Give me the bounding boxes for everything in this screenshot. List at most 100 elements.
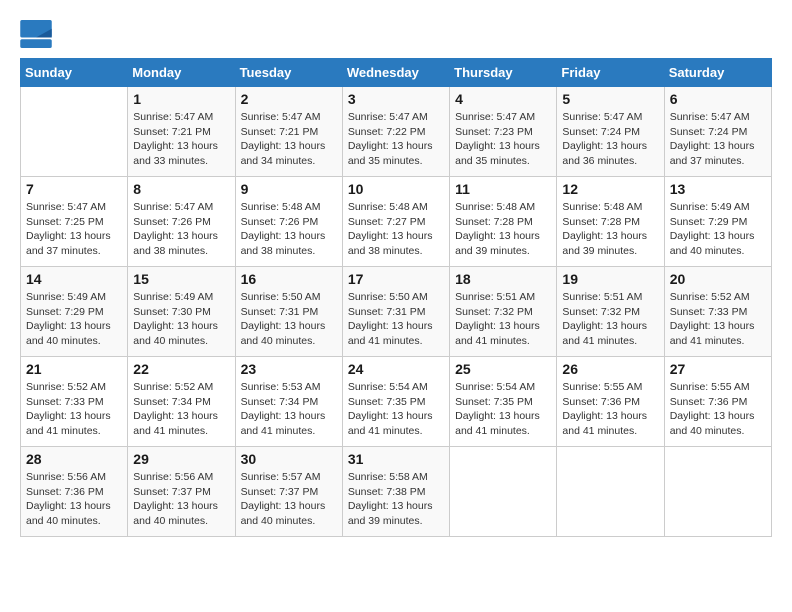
- day-number: 28: [26, 451, 122, 467]
- day-info: Sunrise: 5:55 AM Sunset: 7:36 PM Dayligh…: [670, 380, 766, 439]
- day-number: 31: [348, 451, 444, 467]
- day-info: Sunrise: 5:50 AM Sunset: 7:31 PM Dayligh…: [348, 290, 444, 349]
- calendar-cell: [450, 447, 557, 537]
- column-header-thursday: Thursday: [450, 59, 557, 87]
- calendar-cell: 31 Sunrise: 5:58 AM Sunset: 7:38 PM Dayli…: [342, 447, 449, 537]
- calendar-cell: 18 Sunrise: 5:51 AM Sunset: 7:32 PM Dayli…: [450, 267, 557, 357]
- day-info: Sunrise: 5:47 AM Sunset: 7:22 PM Dayligh…: [348, 110, 444, 169]
- day-number: 24: [348, 361, 444, 377]
- calendar-cell: 24 Sunrise: 5:54 AM Sunset: 7:35 PM Dayli…: [342, 357, 449, 447]
- day-number: 27: [670, 361, 766, 377]
- day-info: Sunrise: 5:50 AM Sunset: 7:31 PM Dayligh…: [241, 290, 337, 349]
- column-header-wednesday: Wednesday: [342, 59, 449, 87]
- day-number: 9: [241, 181, 337, 197]
- calendar-week-row: 7 Sunrise: 5:47 AM Sunset: 7:25 PM Daylig…: [21, 177, 772, 267]
- day-number: 23: [241, 361, 337, 377]
- calendar-cell: 21 Sunrise: 5:52 AM Sunset: 7:33 PM Dayli…: [21, 357, 128, 447]
- day-info: Sunrise: 5:48 AM Sunset: 7:26 PM Dayligh…: [241, 200, 337, 259]
- column-header-sunday: Sunday: [21, 59, 128, 87]
- calendar-cell: 5 Sunrise: 5:47 AM Sunset: 7:24 PM Daylig…: [557, 87, 664, 177]
- calendar-cell: 6Sunrise: 5:47 AM Sunset: 7:24 PM Daylig…: [664, 87, 771, 177]
- column-header-friday: Friday: [557, 59, 664, 87]
- day-number: 7: [26, 181, 122, 197]
- day-info: Sunrise: 5:47 AM Sunset: 7:21 PM Dayligh…: [241, 110, 337, 169]
- day-number: 18: [455, 271, 551, 287]
- calendar-week-row: 1 Sunrise: 5:47 AM Sunset: 7:21 PM Daylig…: [21, 87, 772, 177]
- calendar-cell: 25 Sunrise: 5:54 AM Sunset: 7:35 PM Dayli…: [450, 357, 557, 447]
- day-number: 21: [26, 361, 122, 377]
- calendar-cell: 27 Sunrise: 5:55 AM Sunset: 7:36 PM Dayli…: [664, 357, 771, 447]
- day-info: Sunrise: 5:47 AM Sunset: 7:23 PM Dayligh…: [455, 110, 551, 169]
- calendar-cell: 1 Sunrise: 5:47 AM Sunset: 7:21 PM Daylig…: [128, 87, 235, 177]
- day-info: Sunrise: 5:53 AM Sunset: 7:34 PM Dayligh…: [241, 380, 337, 439]
- day-number: 20: [670, 271, 766, 287]
- day-number: 11: [455, 181, 551, 197]
- day-info: Sunrise: 5:54 AM Sunset: 7:35 PM Dayligh…: [455, 380, 551, 439]
- day-number: 26: [562, 361, 658, 377]
- calendar-cell: [664, 447, 771, 537]
- day-number: 4: [455, 91, 551, 107]
- day-number: 25: [455, 361, 551, 377]
- day-info: Sunrise: 5:47 AM Sunset: 7:24 PM Dayligh…: [562, 110, 658, 169]
- calendar-week-row: 21 Sunrise: 5:52 AM Sunset: 7:33 PM Dayli…: [21, 357, 772, 447]
- day-info: Sunrise: 5:58 AM Sunset: 7:38 PM Dayligh…: [348, 470, 444, 529]
- calendar-cell: 26 Sunrise: 5:55 AM Sunset: 7:36 PM Dayli…: [557, 357, 664, 447]
- day-info: Sunrise: 5:48 AM Sunset: 7:27 PM Dayligh…: [348, 200, 444, 259]
- day-number: 1: [133, 91, 229, 107]
- calendar-header-row: SundayMondayTuesdayWednesdayThursdayFrid…: [21, 59, 772, 87]
- day-info: Sunrise: 5:47 AM Sunset: 7:24 PM Dayligh…: [670, 110, 766, 169]
- calendar-week-row: 28Sunrise: 5:56 AM Sunset: 7:36 PM Dayli…: [21, 447, 772, 537]
- calendar-cell: 11 Sunrise: 5:48 AM Sunset: 7:28 PM Dayli…: [450, 177, 557, 267]
- day-info: Sunrise: 5:49 AM Sunset: 7:29 PM Dayligh…: [26, 290, 122, 349]
- day-number: 3: [348, 91, 444, 107]
- day-info: Sunrise: 5:52 AM Sunset: 7:33 PM Dayligh…: [26, 380, 122, 439]
- calendar-cell: 10 Sunrise: 5:48 AM Sunset: 7:27 PM Dayli…: [342, 177, 449, 267]
- day-number: 8: [133, 181, 229, 197]
- calendar-cell: [557, 447, 664, 537]
- page-header: [20, 20, 772, 48]
- day-number: 12: [562, 181, 658, 197]
- calendar-cell: 3 Sunrise: 5:47 AM Sunset: 7:22 PM Daylig…: [342, 87, 449, 177]
- day-info: Sunrise: 5:52 AM Sunset: 7:34 PM Dayligh…: [133, 380, 229, 439]
- column-header-monday: Monday: [128, 59, 235, 87]
- day-info: Sunrise: 5:49 AM Sunset: 7:29 PM Dayligh…: [670, 200, 766, 259]
- day-info: Sunrise: 5:51 AM Sunset: 7:32 PM Dayligh…: [455, 290, 551, 349]
- calendar-cell: 7 Sunrise: 5:47 AM Sunset: 7:25 PM Daylig…: [21, 177, 128, 267]
- day-info: Sunrise: 5:47 AM Sunset: 7:21 PM Dayligh…: [133, 110, 229, 169]
- day-info: Sunrise: 5:47 AM Sunset: 7:25 PM Dayligh…: [26, 200, 122, 259]
- day-info: Sunrise: 5:55 AM Sunset: 7:36 PM Dayligh…: [562, 380, 658, 439]
- day-info: Sunrise: 5:51 AM Sunset: 7:32 PM Dayligh…: [562, 290, 658, 349]
- day-number: 2: [241, 91, 337, 107]
- calendar-cell: [21, 87, 128, 177]
- calendar-cell: 20 Sunrise: 5:52 AM Sunset: 7:33 PM Dayli…: [664, 267, 771, 357]
- day-info: Sunrise: 5:48 AM Sunset: 7:28 PM Dayligh…: [562, 200, 658, 259]
- calendar-cell: 8 Sunrise: 5:47 AM Sunset: 7:26 PM Daylig…: [128, 177, 235, 267]
- day-info: Sunrise: 5:52 AM Sunset: 7:33 PM Dayligh…: [670, 290, 766, 349]
- calendar-cell: 22 Sunrise: 5:52 AM Sunset: 7:34 PM Dayli…: [128, 357, 235, 447]
- day-number: 30: [241, 451, 337, 467]
- day-number: 17: [348, 271, 444, 287]
- logo-icon: [20, 20, 52, 48]
- logo: [20, 20, 56, 48]
- day-number: 5: [562, 91, 658, 107]
- day-info: Sunrise: 5:56 AM Sunset: 7:37 PM Dayligh…: [133, 470, 229, 529]
- day-number: 29: [133, 451, 229, 467]
- day-number: 22: [133, 361, 229, 377]
- day-number: 15: [133, 271, 229, 287]
- day-number: 14: [26, 271, 122, 287]
- calendar-cell: 14 Sunrise: 5:49 AM Sunset: 7:29 PM Dayli…: [21, 267, 128, 357]
- calendar-cell: 17 Sunrise: 5:50 AM Sunset: 7:31 PM Dayli…: [342, 267, 449, 357]
- day-info: Sunrise: 5:49 AM Sunset: 7:30 PM Dayligh…: [133, 290, 229, 349]
- calendar-cell: 23 Sunrise: 5:53 AM Sunset: 7:34 PM Dayli…: [235, 357, 342, 447]
- day-info: Sunrise: 5:47 AM Sunset: 7:26 PM Dayligh…: [133, 200, 229, 259]
- day-number: 16: [241, 271, 337, 287]
- calendar-cell: 2 Sunrise: 5:47 AM Sunset: 7:21 PM Daylig…: [235, 87, 342, 177]
- calendar-cell: 12 Sunrise: 5:48 AM Sunset: 7:28 PM Dayli…: [557, 177, 664, 267]
- day-info: Sunrise: 5:54 AM Sunset: 7:35 PM Dayligh…: [348, 380, 444, 439]
- calendar-cell: 4 Sunrise: 5:47 AM Sunset: 7:23 PM Daylig…: [450, 87, 557, 177]
- calendar-cell: 29 Sunrise: 5:56 AM Sunset: 7:37 PM Dayli…: [128, 447, 235, 537]
- day-info: Sunrise: 5:48 AM Sunset: 7:28 PM Dayligh…: [455, 200, 551, 259]
- day-info: Sunrise: 5:57 AM Sunset: 7:37 PM Dayligh…: [241, 470, 337, 529]
- calendar-cell: 16 Sunrise: 5:50 AM Sunset: 7:31 PM Dayli…: [235, 267, 342, 357]
- day-number: 10: [348, 181, 444, 197]
